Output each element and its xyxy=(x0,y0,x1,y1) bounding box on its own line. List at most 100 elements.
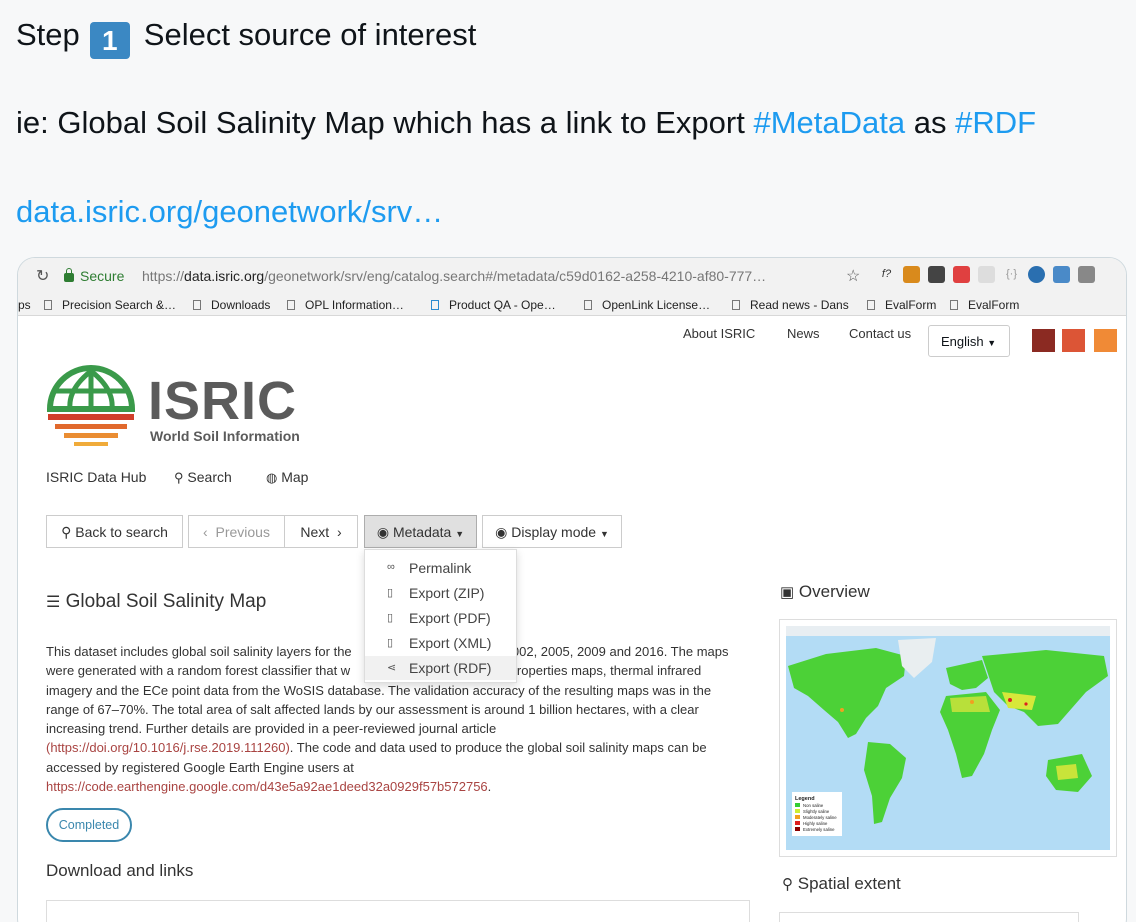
chevron-right-icon: › xyxy=(336,524,342,540)
example-text: ie: Global Soil Salinity Map which has a… xyxy=(16,105,754,140)
menu-export-pdf[interactable]: ▯ Export (PDF) xyxy=(365,606,516,630)
page-icon xyxy=(431,300,439,310)
bookmarks-bar: ps Precision Search &… Downloads OPL Inf… xyxy=(18,294,1126,316)
bookmark-item[interactable]: ps xyxy=(18,298,31,312)
earthengine-link[interactable]: https://code.earthengine.google.com/d43e… xyxy=(46,779,488,794)
function-extension-icon[interactable]: f? xyxy=(878,266,895,283)
bookmark-item[interactable]: Product QA - Ope… xyxy=(431,298,556,312)
zip-file-icon: ▯ xyxy=(387,587,394,599)
menu-export-xml[interactable]: ▯ Export (XML) xyxy=(365,631,516,655)
svg-text:Extremely saline: Extremely saline xyxy=(803,827,835,832)
eye-icon: ◉ xyxy=(495,524,508,540)
bookmark-item[interactable]: EvalForm xyxy=(950,298,1019,312)
tweet-example-line: ie: Global Soil Salinity Map which has a… xyxy=(16,104,1036,141)
keycap-one-icon: 1 xyxy=(89,22,130,59)
dataset-title: ☰ Global Soil Salinity Map xyxy=(46,591,267,612)
hashtag-metadata[interactable]: #MetaData xyxy=(753,105,905,140)
menu-export-rdf[interactable]: ⋖ Export (RDF) xyxy=(365,656,516,680)
next-button[interactable]: Next › xyxy=(284,515,358,548)
share-icon: ⋖ xyxy=(387,662,397,674)
secure-indicator[interactable]: Secure xyxy=(64,268,124,284)
svg-text:Highly saline: Highly saline xyxy=(803,821,828,826)
language-select[interactable]: English ▼ xyxy=(928,325,1010,357)
page-icon xyxy=(950,300,958,310)
search-icon: ⚲ xyxy=(61,524,72,540)
page-icon xyxy=(584,300,592,310)
pdf-file-icon: ▯ xyxy=(387,612,394,624)
hashtag-rdf[interactable]: #RDF xyxy=(955,105,1036,140)
box-extension-icon[interactable] xyxy=(903,266,920,283)
caret-down-icon: ▼ xyxy=(987,338,997,348)
menu-export-zip[interactable]: ▯ Export (ZIP) xyxy=(365,581,516,605)
bookmark-item[interactable]: OpenLink License… xyxy=(584,298,710,312)
chevron-left-icon: ‹ xyxy=(203,524,208,540)
caret-down-icon: ▼ xyxy=(599,529,609,539)
nav-news[interactable]: News xyxy=(787,326,820,341)
status-badge: Completed xyxy=(46,808,132,842)
theme-swatch-dark-red[interactable] xyxy=(1032,329,1055,352)
puzzle-extension-icon[interactable] xyxy=(928,266,945,283)
tweet-step-line: Step 1 Select source of interest xyxy=(16,16,476,59)
nav-about[interactable]: About ISRIC xyxy=(683,326,755,341)
bookmark-item[interactable]: Read news - Dans xyxy=(732,298,849,312)
doi-link[interactable]: (https://doi.org/10.1016/j.rse.2019.1112… xyxy=(46,740,290,755)
bookmark-item[interactable]: Downloads xyxy=(193,298,270,312)
eye-icon: ◉ xyxy=(376,524,390,540)
embedded-screenshot: ↻ Secure https://data.isric.org/geonetwo… xyxy=(17,257,1127,922)
logo-wordmark: ISRIC xyxy=(148,371,298,431)
reload-icon[interactable]: ↻ xyxy=(36,266,49,286)
isric-globe-logo-icon[interactable] xyxy=(46,365,136,451)
spatial-extent-title: ⚲ Spatial extent xyxy=(782,874,901,893)
page-icon xyxy=(867,300,875,310)
nav-map[interactable]: ◍ Map xyxy=(266,469,308,486)
svg-text:Slightly saline: Slightly saline xyxy=(803,809,830,814)
step-label: Step xyxy=(16,17,80,52)
page-icon xyxy=(732,300,740,310)
pdf-extension-icon[interactable] xyxy=(953,266,970,283)
theme-swatch-orange[interactable] xyxy=(1094,329,1117,352)
extension-icons: f? {·} xyxy=(878,266,1095,283)
bookmark-item[interactable]: EvalForm xyxy=(867,298,936,312)
downloads-panel xyxy=(46,900,750,922)
code-extension-icon[interactable]: {·} xyxy=(1003,266,1020,283)
url-field[interactable]: https://data.isric.org/geonetwork/srv/en… xyxy=(142,268,766,284)
metadata-menu: ∞ Permalink ▯ Export (ZIP) ▯ Export (PDF) ▯… xyxy=(364,549,517,683)
bookmark-item[interactable]: OPL Information… xyxy=(287,298,404,312)
page-icon xyxy=(44,300,52,310)
globe-extension-icon[interactable] xyxy=(1028,266,1045,283)
svg-text:Moderately saline: Moderately saline xyxy=(803,815,837,820)
metadata-dropdown-button[interactable]: ◉ Metadata ▼ xyxy=(364,515,477,548)
map-marker-icon: ⚲ xyxy=(782,876,793,893)
example-mid: as xyxy=(905,105,956,140)
link-icon: ∞ xyxy=(387,561,395,573)
world-salinity-map: Legend Non saline Slightly saline Modera… xyxy=(786,626,1110,850)
legend-title: Legend xyxy=(795,796,815,802)
tweet-link[interactable]: data.isric.org/geonetwork/srv… xyxy=(16,193,443,230)
logo-subtitle: World Soil Information xyxy=(150,428,300,444)
code-file-icon: ▯ xyxy=(387,637,394,649)
nav-search[interactable]: ⚲ Search xyxy=(174,469,232,486)
overview-map[interactable]: Legend Non saline Slightly saline Modera… xyxy=(779,619,1117,857)
svg-text:Non saline: Non saline xyxy=(803,803,824,808)
panda-extension-icon[interactable] xyxy=(978,266,995,283)
database-icon: ☰ xyxy=(46,594,61,611)
globe-icon: ◍ xyxy=(266,470,278,485)
bookmark-item[interactable]: Precision Search &… xyxy=(44,298,176,312)
world-map-image: Legend Non saline Slightly saline Modera… xyxy=(786,626,1110,836)
screen-extension-icon[interactable] xyxy=(1053,266,1070,283)
address-bar: ↻ Secure https://data.isric.org/geonetwo… xyxy=(18,258,1126,294)
previous-button[interactable]: ‹ Previous xyxy=(188,515,285,548)
display-mode-button[interactable]: ◉ Display mode ▼ xyxy=(482,515,622,548)
spatial-extent-panel xyxy=(779,912,1079,922)
settings-extension-icon[interactable] xyxy=(1078,266,1095,283)
back-to-search-button[interactable]: ⚲ Back to search xyxy=(46,515,183,548)
nav-contact[interactable]: Contact us xyxy=(849,326,911,341)
nav-data-hub[interactable]: ISRIC Data Hub xyxy=(46,469,146,485)
bookmark-star-icon[interactable]: ☆ xyxy=(846,266,860,286)
lock-icon xyxy=(64,268,74,282)
menu-permalink[interactable]: ∞ Permalink xyxy=(365,556,516,580)
step-text: Select source of interest xyxy=(143,17,477,52)
caret-down-icon: ▼ xyxy=(455,529,465,539)
theme-swatch-red[interactable] xyxy=(1062,329,1085,352)
image-icon: ▣ xyxy=(780,584,795,601)
